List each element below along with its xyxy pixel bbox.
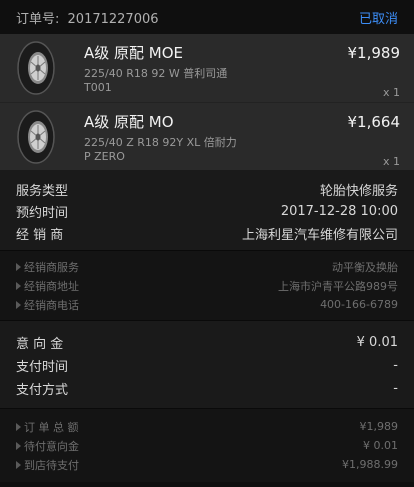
dealer-address-row: 经销商地址 上海市沪青平公路989号 bbox=[16, 276, 398, 295]
service-type-label: 服务类型 bbox=[16, 183, 69, 199]
deposit-value: ¥ 0.01 bbox=[356, 335, 398, 350]
pending-deposit-row: 待付意向金 ¥ 0.01 bbox=[16, 436, 398, 455]
product-spec: 225/40 Z R18 92Y XL 倍耐力 bbox=[84, 136, 237, 149]
dealer-service-label: 经销商服务 bbox=[24, 260, 79, 274]
product-info: A级 原配 MO 225/40 Z R18 92Y XL 倍耐力 P ZERO … bbox=[84, 109, 401, 168]
dealer-value: 上海利星汽车维修有限公司 bbox=[241, 227, 398, 243]
product-list: A级 原配 MOE 225/40 R18 92 W 普利司通 T001 ¥1,9… bbox=[0, 34, 414, 170]
pay-at-store-row: 到店待支付 ¥1,988.99 bbox=[16, 455, 398, 474]
order-totals: 订 单 总 额 ¥1,989 待付意向金 ¥ 0.01 到店待支付 ¥1,988… bbox=[0, 408, 414, 482]
product-quantity: x 1 bbox=[382, 155, 400, 168]
product-item[interactable]: A级 原配 MO 225/40 Z R18 92Y XL 倍耐力 P ZERO … bbox=[0, 102, 414, 170]
triangle-right-icon bbox=[16, 441, 21, 450]
dealer-service-value: 动平衡及换胎 bbox=[332, 260, 398, 274]
dealer-phone-row[interactable]: 经销商电话 400-166-6789 bbox=[16, 295, 398, 314]
product-code: P ZERO bbox=[84, 150, 125, 163]
dealer-service-row: 经销商服务 动平衡及换胎 bbox=[16, 257, 398, 276]
payment-info: 意 向 金 ¥ 0.01 支付时间 - 支付方式 - bbox=[0, 320, 414, 408]
payment-time-row: 支付时间 - bbox=[16, 354, 398, 377]
pay-at-store-value: ¥1,988.99 bbox=[342, 458, 398, 471]
triangle-right-icon bbox=[16, 300, 21, 309]
payment-method-row: 支付方式 - bbox=[16, 377, 398, 400]
appointment-time-value: 2017-12-28 10:00 bbox=[280, 203, 398, 219]
cancelled-status-link[interactable]: 已取消 bbox=[359, 8, 398, 27]
triangle-right-icon bbox=[16, 422, 21, 431]
dealer-address-value: 上海市沪青平公路989号 bbox=[278, 279, 398, 293]
product-info: A级 原配 MOE 225/40 R18 92 W 普利司通 T001 ¥1,9… bbox=[84, 40, 401, 99]
tire-icon bbox=[14, 40, 58, 96]
payment-time-value: - bbox=[393, 358, 398, 373]
service-type-value: 轮胎快修服务 bbox=[319, 183, 398, 199]
order-header: 订单号: 20171227006 已取消 bbox=[0, 0, 414, 34]
triangle-right-icon bbox=[16, 281, 21, 290]
order-number-group: 订单号: 20171227006 bbox=[16, 8, 159, 27]
product-spec: 225/40 R18 92 W 普利司通 bbox=[84, 67, 228, 80]
order-total-row: 订 单 总 额 ¥1,989 bbox=[16, 417, 398, 436]
dealer-phone-label: 经销商电话 bbox=[24, 298, 79, 312]
service-info: 服务类型 轮胎快修服务 预约时间 2017-12-28 10:00 经 销 商 … bbox=[0, 170, 414, 250]
dealer-row: 经 销 商 上海利星汽车维修有限公司 bbox=[16, 222, 398, 244]
deposit-label: 意 向 金 bbox=[16, 337, 64, 352]
pending-deposit-value: ¥ 0.01 bbox=[363, 439, 398, 452]
order-detail-screen: 订单号: 20171227006 已取消 A级 原配 MOE 225/40 R1… bbox=[0, 0, 414, 487]
triangle-right-icon bbox=[16, 460, 21, 469]
appointment-time-row: 预约时间 2017-12-28 10:00 bbox=[16, 200, 398, 222]
order-number-label: 订单号: bbox=[16, 11, 60, 27]
product-quantity: x 1 bbox=[382, 86, 400, 99]
deposit-row: 意 向 金 ¥ 0.01 bbox=[16, 331, 398, 354]
product-item[interactable]: A级 原配 MOE 225/40 R18 92 W 普利司通 T001 ¥1,9… bbox=[0, 34, 414, 102]
dealer-phone-value[interactable]: 400-166-6789 bbox=[320, 298, 398, 311]
payment-method-label: 支付方式 bbox=[16, 383, 69, 398]
payment-time-label: 支付时间 bbox=[16, 360, 69, 375]
dealer-label: 经 销 商 bbox=[16, 227, 64, 243]
pending-deposit-label: 待付意向金 bbox=[24, 439, 79, 453]
order-number-value: 20171227006 bbox=[67, 11, 159, 27]
order-total-value: ¥1,989 bbox=[359, 420, 399, 433]
triangle-right-icon bbox=[16, 262, 21, 271]
dealer-address-label: 经销商地址 bbox=[24, 279, 79, 293]
product-code: T001 bbox=[84, 81, 112, 94]
product-price: ¥1,989 bbox=[347, 44, 401, 62]
appointment-time-label: 预约时间 bbox=[16, 205, 69, 221]
payment-method-value: - bbox=[393, 381, 398, 396]
dealer-details: 经销商服务 动平衡及换胎 经销商地址 上海市沪青平公路989号 经销商电话 40… bbox=[0, 250, 414, 320]
tire-icon bbox=[14, 109, 58, 165]
pay-at-store-label: 到店待支付 bbox=[24, 458, 79, 472]
order-total-label: 订 单 总 额 bbox=[24, 420, 79, 434]
service-type-row: 服务类型 轮胎快修服务 bbox=[16, 178, 398, 200]
product-price: ¥1,664 bbox=[347, 113, 401, 131]
